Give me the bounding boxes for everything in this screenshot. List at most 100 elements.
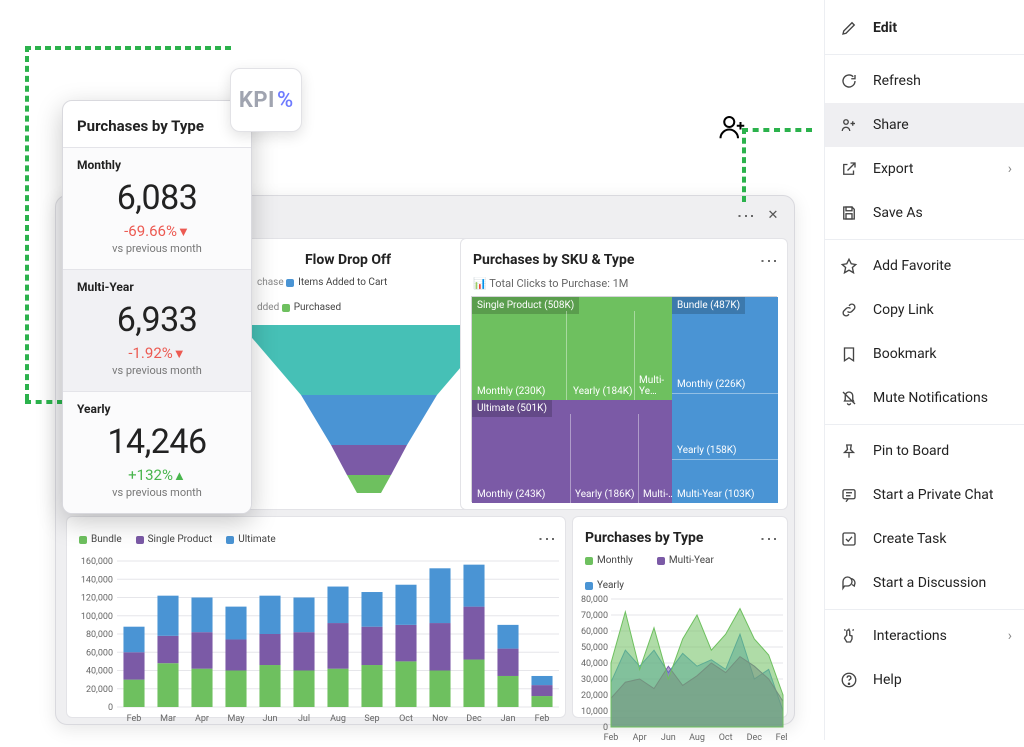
menu-item-label: Save As <box>873 205 923 221</box>
menu-item-label: Pin to Board <box>873 443 949 459</box>
kpi-badge-text: KPI <box>239 88 275 113</box>
svg-text:Oct: Oct <box>719 733 733 743</box>
svg-text:50,000: 50,000 <box>581 643 608 653</box>
treemap-title: Purchases by SKU & Type <box>473 252 634 268</box>
area-tile: Purchases by Type Monthly Multi-Year Yea… <box>572 516 788 718</box>
menu-item-label: Export <box>873 161 913 177</box>
menu-item-discuss[interactable]: Start a Discussion <box>825 561 1024 605</box>
menu-item-label: Create Task <box>873 531 947 547</box>
bar-more-button[interactable] <box>533 525 559 551</box>
pin-icon <box>839 441 859 461</box>
svg-text:80,000: 80,000 <box>86 630 113 640</box>
treemap-cell: Monthly (230K) <box>474 385 548 398</box>
svg-text:100,000: 100,000 <box>81 612 113 622</box>
menu-item-interact[interactable]: Interactions › <box>825 614 1024 658</box>
kpi-value: 6,933 <box>77 300 237 340</box>
kpi-period-label: Multi-Year <box>77 280 237 294</box>
svg-text:120,000: 120,000 <box>81 594 113 604</box>
svg-text:70,000: 70,000 <box>581 611 608 621</box>
down-triangle-icon: ▼ <box>173 347 186 362</box>
menu-item-label: Interactions <box>873 628 947 644</box>
callout-line <box>25 46 231 50</box>
area-chart[interactable]: FebAprJunAugOctDecFeb 80,00070,00060,000… <box>573 595 787 743</box>
down-triangle-icon: ▼ <box>177 225 190 240</box>
menu-item-edit[interactable]: Edit <box>825 6 1024 50</box>
treemap-cell: Yearly (186K) <box>572 488 638 501</box>
svg-text:Sep: Sep <box>364 714 379 724</box>
treemap-chart[interactable]: Single Product (508K) Monthly (230K) Yea… <box>471 296 777 502</box>
treemap-group: Bundle (487K) <box>672 297 745 314</box>
menu-item-save[interactable]: Save As <box>825 191 1024 235</box>
svg-text:30,000: 30,000 <box>581 675 608 685</box>
kpi-vs-label: vs previous month <box>77 486 237 499</box>
menu-item-task[interactable]: Create Task <box>825 517 1024 561</box>
treemap-group: Ultimate (501K) <box>472 400 552 417</box>
svg-text:Aug: Aug <box>330 714 346 724</box>
svg-text:140,000: 140,000 <box>81 575 113 585</box>
menu-item-label: Bookmark <box>873 346 937 362</box>
svg-text:40,000: 40,000 <box>581 659 608 669</box>
task-icon <box>839 529 859 549</box>
treemap-more-button[interactable] <box>755 247 781 273</box>
menu-item-bookmark[interactable]: Bookmark <box>825 332 1024 376</box>
kpi-card-title: Purchases by Type <box>63 101 251 147</box>
menu-item-chat[interactable]: Start a Private Chat <box>825 473 1024 517</box>
svg-text:Jun: Jun <box>661 733 676 743</box>
callout-line <box>25 400 63 404</box>
svg-text:Aug: Aug <box>689 733 705 743</box>
kpi-vs-label: vs previous month <box>77 364 237 377</box>
area-title: Purchases by Type <box>585 530 704 546</box>
svg-text:May: May <box>228 714 246 724</box>
svg-text:Jun: Jun <box>263 714 278 724</box>
menu-item-label: Copy Link <box>873 302 934 318</box>
kpi-period-label: Yearly <box>77 402 237 416</box>
menu-item-label: Start a Private Chat <box>873 487 994 503</box>
svg-text:Mar: Mar <box>160 714 176 724</box>
chevron-right-icon: › <box>1008 161 1012 177</box>
menu-item-export[interactable]: Export › <box>825 147 1024 191</box>
menu-item-pin[interactable]: Pin to Board <box>825 429 1024 473</box>
svg-text:160,000: 160,000 <box>81 557 113 567</box>
kpi-vs-label: vs previous month <box>77 242 237 255</box>
panel-close-button[interactable] <box>760 202 786 228</box>
menu-item-refresh[interactable]: Refresh <box>825 59 1024 103</box>
stacked-bar-tile: Bundle Single Product Ultimate FebMarApr… <box>66 516 566 718</box>
callout-line <box>25 46 29 400</box>
kpi-widget-icon: KPI% <box>230 68 302 132</box>
menu-item-link[interactable]: Copy Link <box>825 288 1024 332</box>
menu-item-label: Help <box>873 672 902 688</box>
kpi-period-label: Monthly <box>77 158 237 172</box>
treemap-group: Single Product (508K) <box>472 297 579 314</box>
svg-text:Feb: Feb <box>604 733 619 743</box>
treemap-cell: Yearly (184K) <box>570 385 636 398</box>
menu-item-share[interactable]: Share <box>825 103 1024 147</box>
menu-item-star[interactable]: Add Favorite <box>825 244 1024 288</box>
svg-text:Jul: Jul <box>298 714 310 724</box>
svg-text:10,000: 10,000 <box>581 707 608 717</box>
treemap-cell: Monthly (243K) <box>474 488 548 501</box>
svg-text:Apr: Apr <box>195 714 209 724</box>
chat-icon <box>839 485 859 505</box>
menu-separator <box>825 424 1024 425</box>
save-icon <box>839 203 859 223</box>
funnel-chart <box>241 325 497 505</box>
menu-separator <box>825 54 1024 55</box>
up-triangle-icon: ▲ <box>173 469 186 484</box>
menu-item-label: Start a Discussion <box>873 575 986 591</box>
area-more-button[interactable] <box>755 525 781 551</box>
export-icon <box>839 159 859 179</box>
menu-item-help[interactable]: Help <box>825 658 1024 702</box>
menu-item-mute[interactable]: Mute Notifications <box>825 376 1024 420</box>
kpi-value: 14,246 <box>77 422 237 462</box>
discuss-icon <box>839 573 859 593</box>
stacked-bar-chart[interactable]: FebMarAprMayJunJulAugSepOctNovDecJanFeb … <box>67 555 565 725</box>
svg-text:80,000: 80,000 <box>581 595 608 605</box>
menu-item-label: Refresh <box>873 73 921 89</box>
svg-text:Dec: Dec <box>747 733 763 743</box>
svg-text:Feb: Feb <box>127 714 142 724</box>
kpi-value: 6,083 <box>77 178 237 218</box>
panel-more-button[interactable] <box>732 202 758 228</box>
kpi-row: Yearly 14,246 +132%▲ vs previous month <box>63 391 251 513</box>
mute-icon <box>839 388 859 408</box>
svg-text:Jan: Jan <box>501 714 516 724</box>
